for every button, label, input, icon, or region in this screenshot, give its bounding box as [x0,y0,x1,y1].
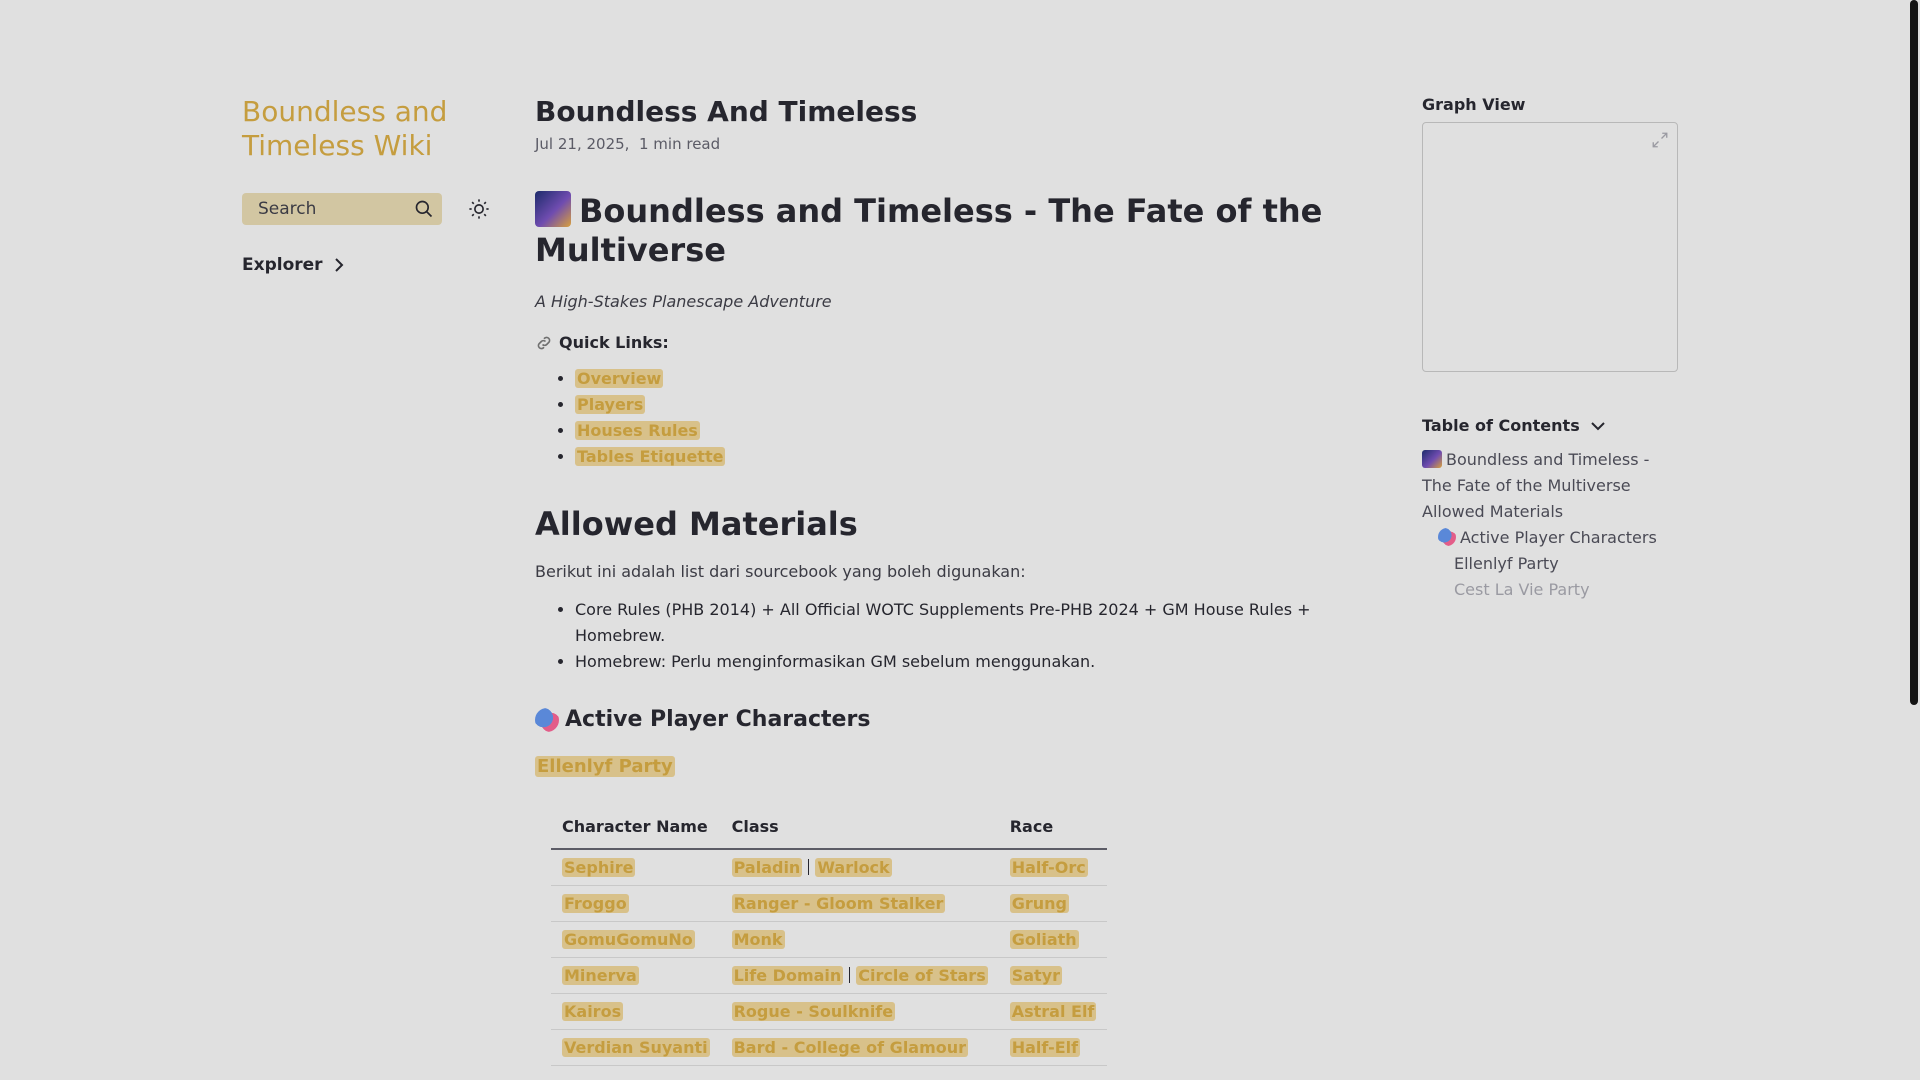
page: Boundless and Timeless Wiki Search Explo… [0,0,1920,1080]
toc-item[interactable]: Boundless and Timeless - The Fate of the… [1422,447,1680,499]
race-link[interactable]: Astral Elf [1009,1002,1097,1021]
class-link[interactable]: Life Domain [731,966,844,985]
link-overview[interactable]: Overview [575,369,664,388]
scrollbar-thumb[interactable] [1910,0,1918,705]
list-item: Homebrew: Perlu menginformasikan GM sebe… [575,649,1375,675]
list-item: Core Rules (PHB 2014) + All Official WOT… [575,597,1375,649]
character-link[interactable]: Verdian Suyanti [562,1038,710,1057]
subtitle: A High-Stakes Planescape Adventure [535,292,832,311]
list-item: Players [575,392,1375,418]
list-item: Houses Rules [575,418,1375,444]
chevron-right-icon [334,258,343,272]
header-class: Class [720,807,999,850]
character-link[interactable]: Froggo [562,894,629,913]
link-tables-etiquette[interactable]: Tables Etiquette [575,447,726,466]
theater-masks-icon [535,707,559,732]
quick-links-heading: Quick Links: [535,333,1375,352]
divider [849,967,851,983]
character-link[interactable]: Sephire [562,858,636,877]
theater-masks-icon [1438,528,1456,546]
header-character-name: Character Name [551,807,721,850]
heading-active-players: Active Player Characters [535,707,1375,732]
heading-fate: Boundless and Timeless - The Fate of the… [535,191,1375,270]
heading-active-players-text: Active Player Characters [565,707,871,732]
race-link[interactable]: Grung [1009,894,1069,913]
toc-toggle[interactable]: Table of Contents [1422,416,1680,435]
class-link[interactable]: Paladin [731,858,803,877]
link-icon [537,336,551,349]
race-link[interactable]: Half-Orc [1009,858,1088,877]
page-title: Boundless And Timeless [535,95,918,128]
galaxy-icon [1422,450,1442,468]
explorer-toggle[interactable]: Explorer [242,255,492,275]
site-title[interactable]: Boundless and Timeless Wiki [242,95,492,163]
quick-links-label: Quick Links: [559,333,669,352]
characters-table: Character Name Class Race Sephire Paladi… [551,807,1108,1066]
toc-item-label: Allowed Materials [1422,502,1564,521]
chevron-down-icon [1591,421,1605,430]
read-time: 1 min read [638,135,721,153]
header-race: Race [998,807,1108,850]
character-link[interactable]: GomuGomuNo [562,930,695,949]
article-meta: Jul 21, 2025, 1 min read [535,135,721,153]
toc-item[interactable]: Allowed Materials [1422,499,1680,525]
class-link[interactable]: Warlock [815,858,892,877]
table-header-row: Character Name Class Race [551,807,1108,850]
race-link[interactable]: Satyr [1009,966,1063,985]
toc-item-label: Cest La Vie Party [1454,580,1590,599]
toc-list: Boundless and Timeless - The Fate of the… [1422,447,1680,603]
toc-item-label: Ellenlyf Party [1454,554,1559,573]
graph-view[interactable] [1422,122,1678,372]
search-placeholder: Search [258,199,317,219]
graph-view-title: Graph View [1422,95,1526,114]
race-link[interactable]: Goliath [1009,930,1079,949]
toc-item[interactable]: Active Player Characters [1422,525,1680,551]
article-date: Jul 21, 2025 [535,135,625,153]
quick-links-list: Overview Players Houses Rules Tables Eti… [535,366,1375,470]
class-link[interactable]: Bard - College of Glamour [731,1038,969,1057]
link-houses-rules[interactable]: Houses Rules [575,421,700,440]
toc-item[interactable]: Cest La Vie Party [1422,577,1680,603]
heading-fate-text: Boundless and Timeless - The Fate of the… [535,192,1323,269]
allowed-list: Core Rules (PHB 2014) + All Official WOT… [535,597,1375,675]
right-sidebar: Graph View Table of Contents Boundless a… [1422,95,1680,603]
list-item: Overview [575,366,1375,392]
character-link[interactable]: Minerva [562,966,639,985]
link-players[interactable]: Players [575,395,646,414]
allowed-intro: Berikut ini adalah list dari sourcebook … [535,562,1026,581]
main-content: Boundless And Timeless Jul 21, 2025, 1 m… [535,93,1375,1066]
table-row: Verdian Suyanti Bard - College of Glamou… [551,1029,1108,1066]
divider [808,859,810,875]
scrollbar[interactable] [1908,0,1920,1080]
explorer-label: Explorer [242,255,323,275]
class-link[interactable]: Ranger - Gloom Stalker [731,894,946,913]
table-row: Kairos Rogue - Soulknife Astral Elf [551,993,1108,1030]
class-link[interactable]: Monk [731,930,785,949]
search-input[interactable]: Search [242,193,442,225]
table-row: GomuGomuNo Monk Goliath [551,921,1108,958]
character-link[interactable]: Kairos [562,1002,624,1021]
left-sidebar: Boundless and Timeless Wiki Search Explo… [242,95,492,275]
expand-icon[interactable] [1651,131,1669,149]
toc-item-label: Boundless and Timeless - The Fate of the… [1422,450,1650,495]
link-ellenlyf-party[interactable]: Ellenlyf Party [535,756,675,777]
table-row: Minerva Life Domain Circle of Stars Satyr [551,957,1108,994]
sun-icon[interactable] [468,198,490,220]
class-link[interactable]: Rogue - Soulknife [731,1002,896,1021]
toc-item-label: Active Player Characters [1460,528,1657,547]
list-item: Tables Etiquette [575,444,1375,470]
class-link[interactable]: Circle of Stars [856,966,988,985]
galaxy-icon [535,191,571,227]
search-row: Search [242,193,492,225]
race-link[interactable]: Half-Elf [1009,1038,1081,1057]
toc-title: Table of Contents [1422,416,1580,435]
table-row: Sephire Paladin Warlock Half-Orc [551,849,1108,886]
toc-item[interactable]: Ellenlyf Party [1422,551,1680,577]
heading-allowed-materials: Allowed Materials [535,505,858,543]
table-row: Froggo Ranger - Gloom Stalker Grung [551,885,1108,922]
search-icon [415,200,433,218]
